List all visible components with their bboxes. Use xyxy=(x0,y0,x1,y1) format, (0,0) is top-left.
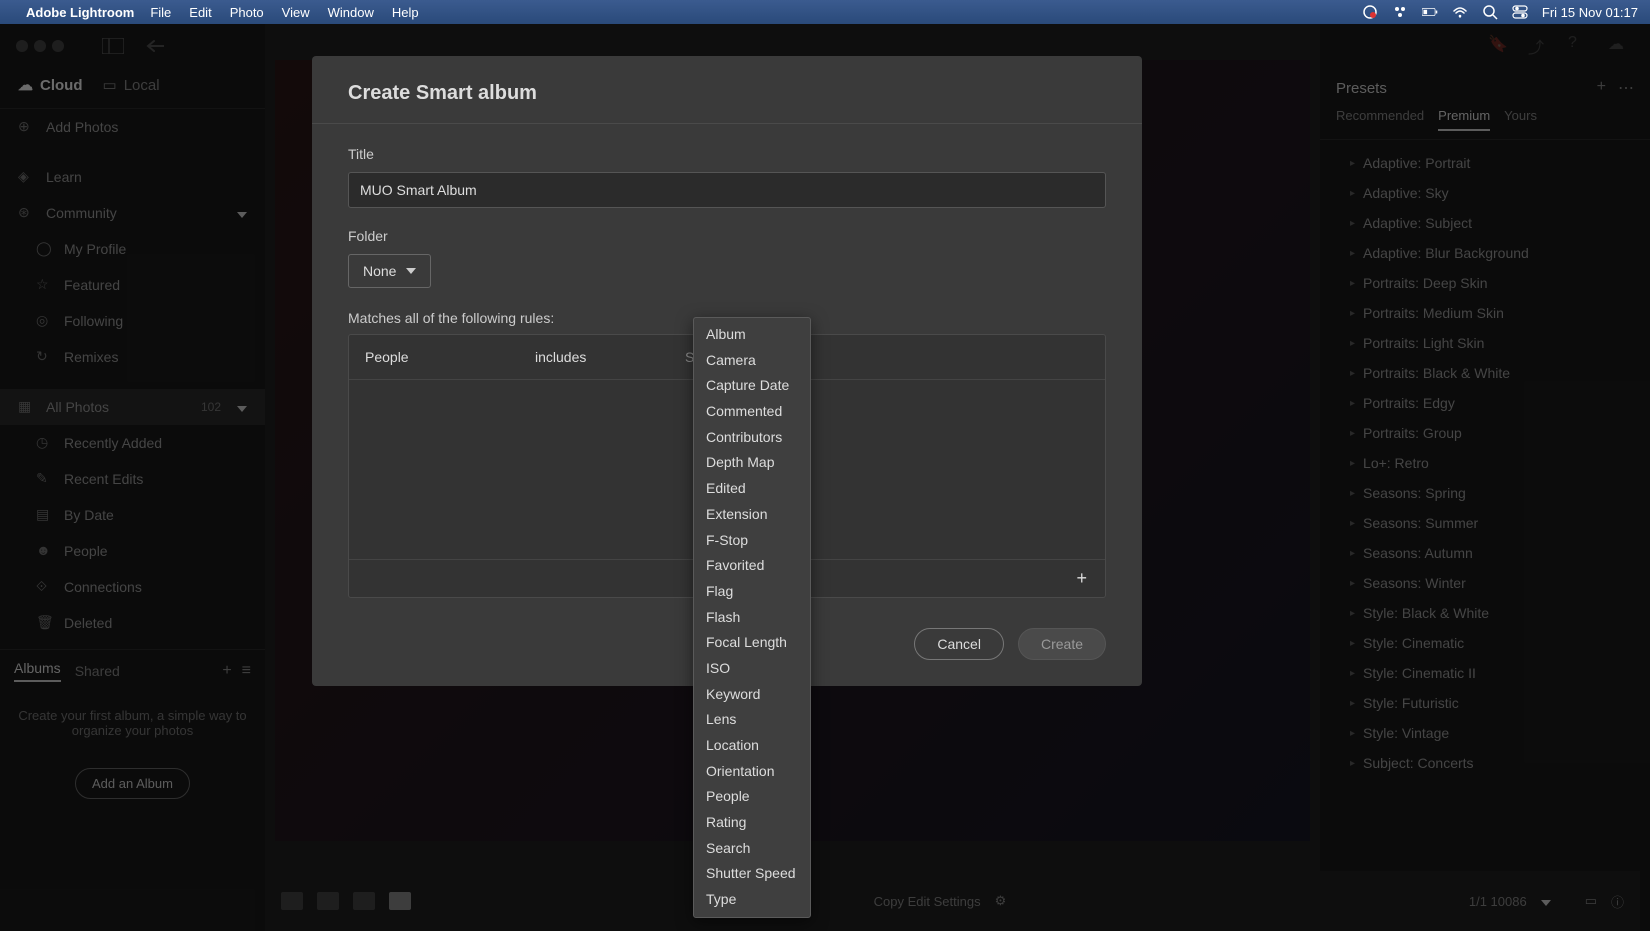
rule-field-dropdown: Album Camera Capture Date Commented Cont… xyxy=(693,317,811,918)
app-window: ☁ Cloud ▭ Local ⊕ Add Photos ◈ Learn ⊛ C… xyxy=(0,24,1650,931)
dropdown-item[interactable]: Contributors xyxy=(694,425,810,451)
dropdown-item[interactable]: Shutter Speed xyxy=(694,861,810,887)
dropdown-item[interactable]: Flash xyxy=(694,605,810,631)
dropdown-item[interactable]: Lens xyxy=(694,707,810,733)
macos-menubar: Adobe Lightroom File Edit Photo View Win… xyxy=(0,0,1650,24)
dropdown-item[interactable]: People xyxy=(694,784,810,810)
spotlight-icon[interactable] xyxy=(1482,4,1498,20)
dropdown-item[interactable]: Camera xyxy=(694,348,810,374)
menu-help[interactable]: Help xyxy=(392,5,419,20)
dropdown-item[interactable]: Type xyxy=(694,887,810,913)
dropdown-item[interactable]: F-Stop xyxy=(694,528,810,554)
dropdown-item[interactable]: Rating xyxy=(694,810,810,836)
dropdown-item[interactable]: Edited xyxy=(694,476,810,502)
cancel-button[interactable]: Cancel xyxy=(914,628,1004,660)
menu-edit[interactable]: Edit xyxy=(189,5,211,20)
dropdown-item[interactable]: Commented xyxy=(694,399,810,425)
title-label: Title xyxy=(348,146,1106,162)
status-icon-1[interactable] xyxy=(1362,4,1378,20)
dropdown-item[interactable]: Extension xyxy=(694,502,810,528)
dropdown-item[interactable]: ISO xyxy=(694,656,810,682)
album-title-input[interactable] xyxy=(348,172,1106,208)
dropdown-item[interactable]: Album xyxy=(694,322,810,348)
dropdown-item[interactable]: Orientation xyxy=(694,759,810,785)
rule-field-select[interactable]: People xyxy=(365,349,465,365)
menubar-clock[interactable]: Fri 15 Nov 01:17 xyxy=(1542,5,1638,20)
dropdown-item[interactable]: Capture Date xyxy=(694,373,810,399)
menu-photo[interactable]: Photo xyxy=(230,5,264,20)
menu-window[interactable]: Window xyxy=(328,5,374,20)
control-center-icon[interactable] xyxy=(1512,4,1528,20)
folder-label: Folder xyxy=(348,228,1106,244)
menu-view[interactable]: View xyxy=(282,5,310,20)
status-icon-2[interactable] xyxy=(1392,4,1408,20)
dropdown-item[interactable]: Flag xyxy=(694,579,810,605)
dialog-title: Create Smart album xyxy=(312,56,1142,124)
chevron-down-icon xyxy=(406,268,416,274)
menu-file[interactable]: File xyxy=(150,5,171,20)
dropdown-item[interactable]: Location xyxy=(694,733,810,759)
dropdown-item[interactable]: Favorited xyxy=(694,553,810,579)
dropdown-item[interactable]: Depth Map xyxy=(694,450,810,476)
folder-select[interactable]: None xyxy=(348,254,431,288)
add-rule-button[interactable]: + xyxy=(1070,568,1093,589)
rule-operator-select[interactable]: includes xyxy=(535,349,615,365)
dropdown-item[interactable]: Focal Length xyxy=(694,630,810,656)
folder-select-value: None xyxy=(363,263,396,279)
battery-icon[interactable] xyxy=(1422,4,1438,20)
wifi-icon[interactable] xyxy=(1452,4,1468,20)
dropdown-item[interactable]: Search xyxy=(694,836,810,862)
create-button[interactable]: Create xyxy=(1018,628,1106,660)
app-name[interactable]: Adobe Lightroom xyxy=(26,5,134,20)
dropdown-item[interactable]: Keyword xyxy=(694,682,810,708)
